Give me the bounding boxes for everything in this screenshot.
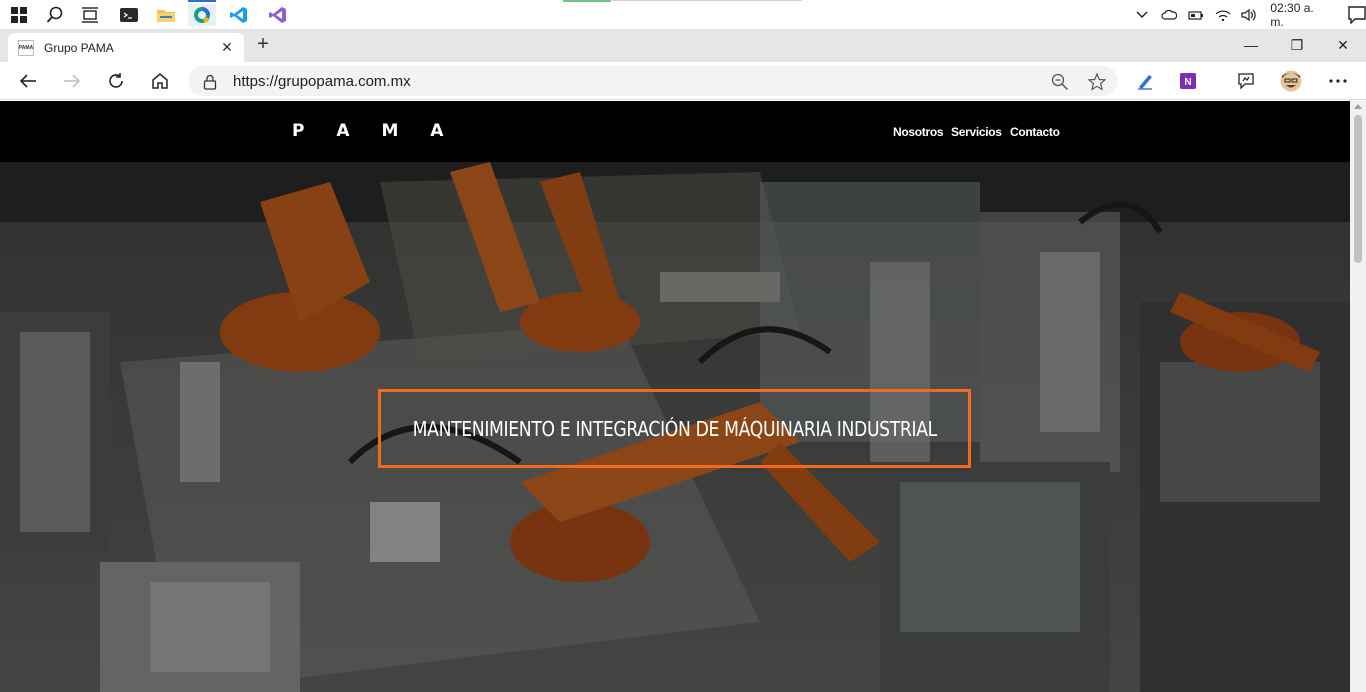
search-icon[interactable] bbox=[43, 4, 67, 26]
onedrive-icon[interactable] bbox=[1160, 6, 1178, 24]
headline-box: MANTENIMIENTO E INTEGRACIÓN DE MÁQUINARI… bbox=[378, 389, 971, 468]
favicon-text: PAMA bbox=[18, 44, 34, 51]
hero-headline: MANTENIMIENTO E INTEGRACIÓN DE MÁQUINARI… bbox=[412, 416, 937, 441]
avatar[interactable] bbox=[1280, 70, 1302, 92]
feedback-icon[interactable] bbox=[1235, 70, 1257, 92]
site-header: P A M A Nosotros Servicios Contacto bbox=[0, 101, 1350, 162]
pama-favicon-icon: PAMA bbox=[18, 40, 34, 56]
close-tab-icon[interactable]: ✕ bbox=[218, 38, 236, 56]
tab-grupo-pama[interactable]: PAMA Grupo PAMA ✕ bbox=[8, 33, 244, 62]
scroll-up-arrow-icon[interactable] bbox=[1354, 104, 1362, 109]
vscode-icon[interactable] bbox=[227, 4, 251, 26]
tab-title: Grupo PAMA bbox=[44, 41, 114, 55]
battery-icon[interactable] bbox=[1187, 6, 1205, 24]
taskbar-progress-indicator bbox=[563, 0, 611, 2]
page-scrollbar[interactable] bbox=[1350, 101, 1366, 692]
new-tab-button[interactable]: + bbox=[252, 34, 274, 56]
site-logo[interactable]: P A M A bbox=[292, 121, 456, 141]
url-text[interactable]: https://grupopama.com.mx bbox=[233, 73, 411, 90]
nav-link-servicios[interactable]: Servicios bbox=[951, 125, 1002, 139]
page-viewport: P A M A Nosotros Servicios Contacto MANT… bbox=[0, 101, 1350, 692]
minimize-button[interactable]: — bbox=[1228, 30, 1274, 60]
taskbar-divider bbox=[612, 0, 802, 1]
scrollbar-thumb[interactable] bbox=[1354, 115, 1362, 263]
edge-canary-icon[interactable] bbox=[188, 4, 216, 26]
favorite-star-icon[interactable] bbox=[1088, 73, 1106, 91]
volume-icon[interactable] bbox=[1241, 6, 1259, 24]
refresh-button[interactable] bbox=[104, 69, 128, 93]
chevron-up-icon[interactable] bbox=[1133, 6, 1151, 24]
address-bar[interactable]: https://grupopama.com.mx bbox=[188, 66, 1118, 96]
close-window-button[interactable]: ✕ bbox=[1320, 30, 1366, 60]
tab-strip: PAMA Grupo PAMA ✕ bbox=[0, 30, 1366, 62]
active-indicator bbox=[188, 0, 216, 2]
pen-extension-icon[interactable] bbox=[1134, 70, 1156, 92]
hero-section: MANTENIMIENTO E INTEGRACIÓN DE MÁQUINARI… bbox=[0, 162, 1350, 692]
visual-studio-icon[interactable] bbox=[266, 4, 290, 26]
notification-icon[interactable] bbox=[1348, 6, 1366, 24]
wifi-icon[interactable] bbox=[1214, 6, 1232, 24]
zoom-icon[interactable] bbox=[1051, 73, 1069, 91]
onenote-icon[interactable]: N bbox=[1177, 70, 1199, 92]
task-view-icon[interactable] bbox=[78, 4, 102, 26]
system-tray: 02:30 a. m. bbox=[1124, 0, 1366, 30]
more-menu-icon[interactable] bbox=[1327, 70, 1349, 92]
back-button[interactable] bbox=[16, 69, 40, 93]
forward-button[interactable] bbox=[60, 69, 84, 93]
svg-text:N: N bbox=[1184, 77, 1191, 88]
restore-button[interactable]: ❐ bbox=[1274, 30, 1320, 60]
nav-link-nosotros[interactable]: Nosotros bbox=[893, 125, 944, 139]
file-explorer-icon[interactable] bbox=[154, 4, 178, 26]
home-button[interactable] bbox=[148, 69, 172, 93]
terminal-icon[interactable] bbox=[117, 4, 141, 26]
lock-icon[interactable] bbox=[203, 74, 217, 95]
taskbar: 02:30 a. m. bbox=[0, 0, 1366, 30]
nav-link-contacto[interactable]: Contacto bbox=[1010, 125, 1060, 139]
clock[interactable]: 02:30 a. m. bbox=[1270, 1, 1330, 29]
browser-toolbar: https://grupopama.com.mx N bbox=[0, 62, 1366, 100]
windows-start-icon[interactable] bbox=[7, 4, 31, 26]
